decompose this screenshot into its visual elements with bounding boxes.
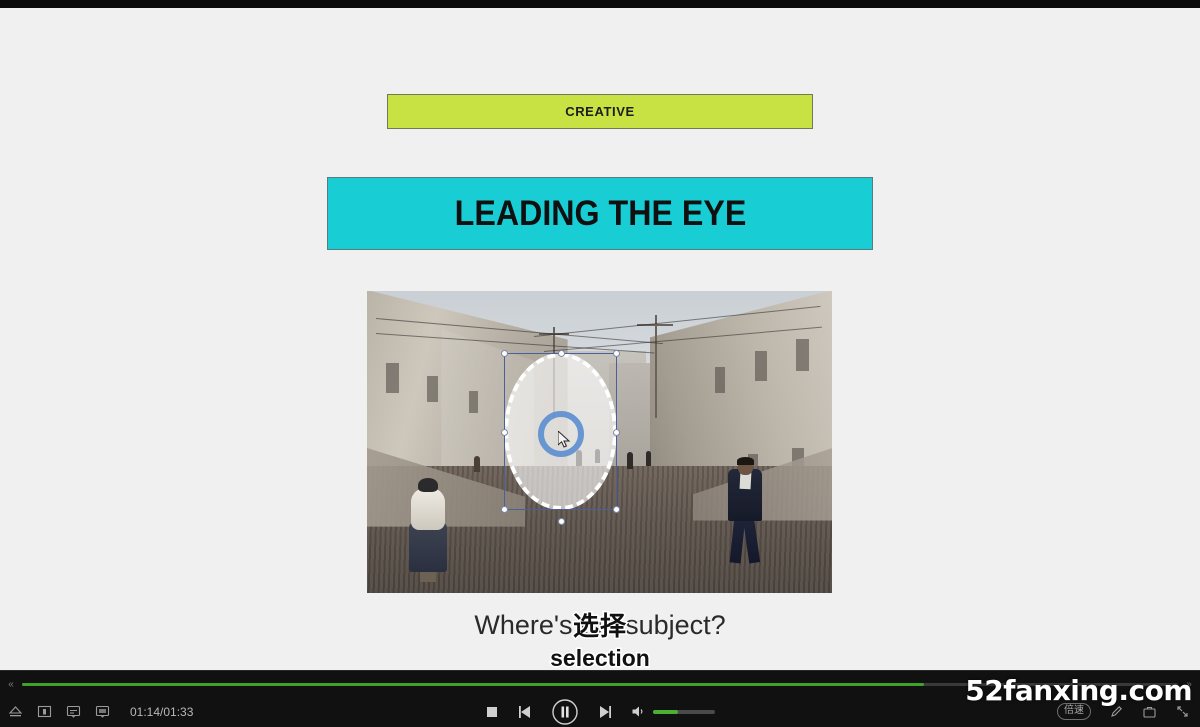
selection-handle-n[interactable] (558, 350, 565, 357)
volume-slider[interactable] (653, 709, 715, 714)
selection-handle-w[interactable] (501, 429, 508, 436)
snapshot-icon[interactable] (37, 704, 52, 719)
screen-a-icon[interactable] (66, 704, 81, 719)
volume-icon[interactable] (631, 704, 646, 719)
photo-distant-person (473, 456, 480, 473)
photo-woman-hat (417, 477, 438, 492)
creative-banner-label: CREATIVE (565, 104, 635, 119)
volume-slider-fill (653, 709, 678, 714)
title-banner-label: LEADING THE EYE (454, 193, 746, 233)
photo-distant-person (646, 451, 651, 467)
selection-handle-se[interactable] (613, 506, 620, 513)
slide-photo (367, 291, 832, 593)
photo-window (427, 375, 439, 402)
selection-handle-nw[interactable] (501, 350, 508, 357)
volume-control[interactable] (631, 704, 715, 719)
left-controls: 01:14/01:33 (8, 695, 193, 727)
selection-handle-sw[interactable] (501, 506, 508, 513)
screen-b-icon[interactable] (95, 704, 110, 719)
photo-woman-figure (408, 472, 447, 582)
video-subtitle: Where's the subject? (474, 610, 726, 640)
slide-canvas: CREATIVE LEADING THE EYE Where's the sub… (0, 8, 1200, 673)
photo-window (469, 390, 479, 413)
time-display: 01:14/01:33 (130, 704, 194, 719)
video-player-window: CREATIVE LEADING THE EYE Where's the sub… (0, 0, 1200, 727)
transport-controls (485, 695, 715, 727)
photo-man-figure (728, 456, 763, 564)
photo-window (385, 363, 399, 394)
next-icon[interactable] (597, 704, 613, 720)
photo-scene (367, 291, 832, 593)
eject-icon[interactable] (8, 704, 23, 719)
selection-handle-e[interactable] (613, 429, 620, 436)
subtitle-translation-en: selection (549, 644, 652, 673)
rewind-arrow-icon[interactable]: « (0, 679, 22, 690)
seek-bar-progress (22, 682, 924, 686)
window-top-strip (0, 0, 1200, 8)
selection-handle-ne[interactable] (613, 350, 620, 357)
photo-window (754, 351, 767, 382)
title-banner: LEADING THE EYE (327, 177, 873, 250)
selection-handle-s[interactable] (558, 518, 565, 525)
photo-man-leg (743, 516, 761, 564)
stop-icon[interactable] (485, 705, 499, 719)
photo-distant-person (627, 452, 634, 470)
creative-banner: CREATIVE (387, 94, 813, 129)
photo-window (795, 339, 809, 372)
previous-icon[interactable] (517, 704, 533, 720)
site-watermark: 52fanxing.com (965, 674, 1192, 707)
photo-woman-shawl (410, 487, 445, 530)
photo-man-hair (737, 456, 755, 465)
photo-window (715, 366, 726, 393)
photo-utility-pole (655, 315, 658, 418)
pause-icon[interactable] (551, 698, 579, 726)
